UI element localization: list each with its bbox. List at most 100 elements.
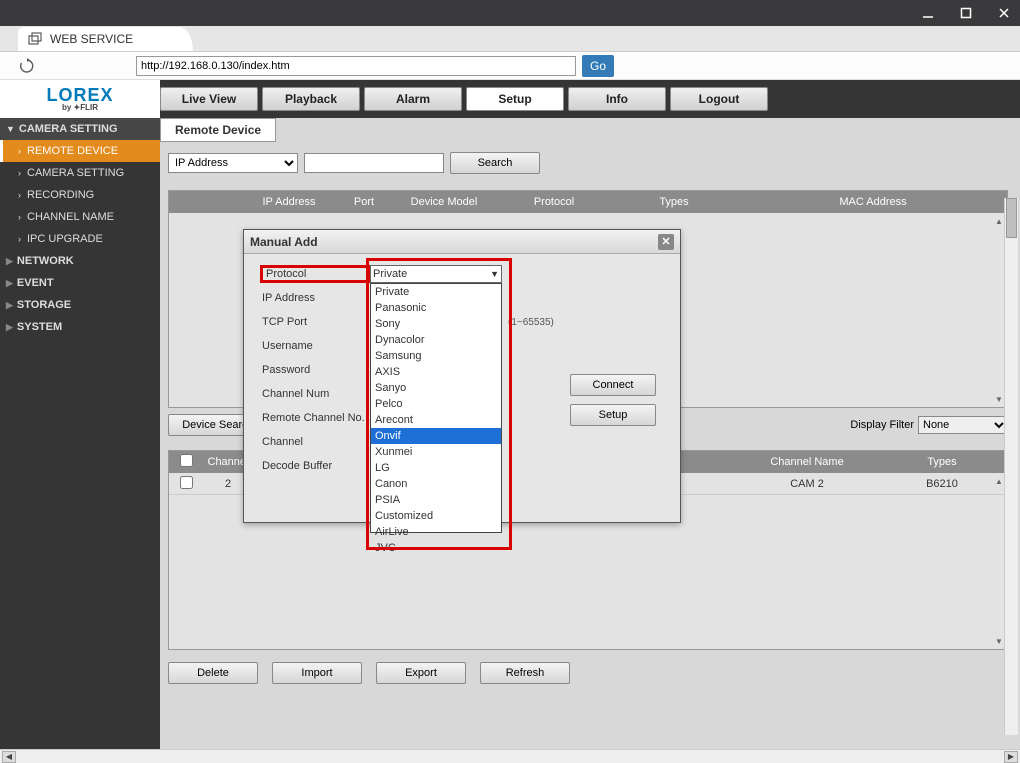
ip-mode-select[interactable]: IP Address	[168, 153, 298, 173]
scroll-right-icon[interactable]: ▶	[1004, 751, 1018, 763]
chevron-right-icon: ›	[18, 190, 21, 200]
protocol-option[interactable]: Sanyo	[371, 380, 501, 396]
search-results-header: IP Address Port Device Model Protocol Ty…	[169, 191, 1007, 213]
tab-setup[interactable]: Setup	[466, 87, 564, 111]
label-remote-channel-no: Remote Channel No.	[262, 412, 370, 424]
dialog-title: Manual Add	[250, 235, 318, 249]
scroll-left-icon[interactable]: ◀	[2, 751, 16, 763]
protocol-option[interactable]: Arecont	[371, 412, 501, 428]
protocol-option[interactable]: Panasonic	[371, 300, 501, 316]
protocol-option[interactable]: Onvif	[371, 428, 501, 444]
col-mac: MAC Address	[739, 196, 1007, 208]
export-button[interactable]: Export	[376, 662, 466, 684]
cell-types: B6210	[877, 478, 1007, 490]
page-horizontal-scrollbar[interactable]: ◀ ▶	[0, 749, 1020, 763]
sidebar-item-ipc-upgrade[interactable]: ›IPC UPGRADE	[0, 228, 160, 250]
sidebar-group-label: EVENT	[17, 277, 54, 289]
scrollbar-thumb[interactable]	[1006, 198, 1017, 238]
sidebar: ▼CAMERA SETTING ›REMOTE DEVICE ›CAMERA S…	[0, 118, 160, 338]
tcp-port-note: (1~65535)	[508, 317, 554, 328]
go-button[interactable]: Go	[582, 55, 614, 77]
select-all-checkbox[interactable]	[180, 454, 193, 467]
tab-title: WEB SERVICE	[50, 32, 133, 46]
protocol-option[interactable]: Sony	[371, 316, 501, 332]
maximize-button[interactable]	[956, 3, 976, 23]
col-ip: IP Address	[239, 196, 339, 208]
col-types: Types	[609, 196, 739, 208]
protocol-option[interactable]: AirLive	[371, 524, 501, 540]
page-vertical-scrollbar[interactable]	[1004, 198, 1018, 735]
url-bar: Go	[0, 52, 1020, 80]
protocol-option[interactable]: JVC	[371, 540, 501, 556]
sidebar-group-event[interactable]: ▶EVENT	[0, 272, 160, 294]
sidebar-group-label: NETWORK	[17, 255, 74, 267]
protocol-option[interactable]: Xunmei	[371, 444, 501, 460]
row-checkbox[interactable]	[180, 476, 193, 489]
connect-button[interactable]: Connect	[570, 374, 656, 396]
col-types: Types	[877, 456, 1007, 468]
import-button[interactable]: Import	[272, 662, 362, 684]
sidebar-section-camera[interactable]: ▼CAMERA SETTING	[0, 118, 160, 140]
protocol-select[interactable]: Private ▼	[370, 265, 502, 283]
brand-sub: by ✦FLIR	[62, 104, 98, 112]
sidebar-group-storage[interactable]: ▶STORAGE	[0, 294, 160, 316]
protocol-option[interactable]: LG	[371, 460, 501, 476]
sidebar-item-label: REMOTE DEVICE	[27, 145, 118, 157]
protocol-option[interactable]: PSIA	[371, 492, 501, 508]
sidebar-group-system[interactable]: ▶SYSTEM	[0, 316, 160, 338]
tab-info[interactable]: Info	[568, 87, 666, 111]
display-filter-select[interactable]: None	[918, 416, 1008, 434]
chevron-right-icon: ▶	[6, 322, 13, 333]
window-titlebar	[0, 0, 1020, 26]
url-input[interactable]	[136, 56, 576, 76]
sidebar-item-label: IPC UPGRADE	[27, 233, 103, 245]
label-protocol: Protocol	[262, 267, 370, 281]
chevron-right-icon: ▶	[6, 300, 13, 311]
chevron-right-icon: ›	[18, 168, 21, 178]
protocol-option[interactable]: Samsung	[371, 348, 501, 364]
close-icon[interactable]: ✕	[658, 234, 674, 250]
display-filter-label: Display Filter	[850, 419, 914, 431]
sidebar-item-label: CHANNEL NAME	[27, 211, 114, 223]
search-row: IP Address Search	[168, 148, 1008, 178]
delete-button[interactable]: Delete	[168, 662, 258, 684]
brand-logo: LOREX by ✦FLIR	[0, 80, 160, 118]
display-filter: Display Filter None	[850, 416, 1008, 434]
tab-playback[interactable]: Playback	[262, 87, 360, 111]
protocol-option[interactable]: Pelco	[371, 396, 501, 412]
label-ip: IP Address	[262, 292, 370, 304]
sidebar-section-label: CAMERA SETTING	[19, 123, 118, 135]
search-input[interactable]	[304, 153, 444, 173]
sidebar-item-recording[interactable]: ›RECORDING	[0, 184, 160, 206]
protocol-dropdown-list[interactable]: PrivatePanasonicSonyDynacolorSamsungAXIS…	[370, 283, 502, 533]
right-column: Live View Playback Alarm Setup Info Logo…	[160, 80, 1020, 749]
protocol-option[interactable]: Customized	[371, 508, 501, 524]
browser-tab[interactable]: WEB SERVICE	[18, 27, 193, 51]
protocol-option[interactable]: Private	[371, 284, 501, 300]
col-channel-name: Channel Name	[737, 456, 877, 468]
page-tab-remote-device[interactable]: Remote Device	[160, 118, 276, 142]
tab-live-view[interactable]: Live View	[160, 87, 258, 111]
top-nav: Live View Playback Alarm Setup Info Logo…	[160, 80, 1020, 118]
refresh-icon[interactable]	[18, 57, 36, 75]
sidebar-item-channel-name[interactable]: ›CHANNEL NAME	[0, 206, 160, 228]
sidebar-item-remote-device[interactable]: ›REMOTE DEVICE	[0, 140, 160, 162]
setup-button[interactable]: Setup	[570, 404, 656, 426]
protocol-option[interactable]: AXIS	[371, 364, 501, 380]
tab-logout[interactable]: Logout	[670, 87, 768, 111]
protocol-option[interactable]: Canon	[371, 476, 501, 492]
search-button[interactable]: Search	[450, 152, 540, 174]
sidebar-item-camera-setting[interactable]: ›CAMERA SETTING	[0, 162, 160, 184]
close-button[interactable]	[994, 3, 1014, 23]
tab-alarm[interactable]: Alarm	[364, 87, 462, 111]
label-channel-num: Channel Num	[262, 388, 370, 400]
protocol-option[interactable]: Dynacolor	[371, 332, 501, 348]
refresh-button[interactable]: Refresh	[480, 662, 570, 684]
protocol-selected-value: Private	[373, 268, 407, 280]
window-stack-icon	[28, 32, 42, 46]
minimize-button[interactable]	[918, 3, 938, 23]
dialog-titlebar[interactable]: Manual Add ✕	[244, 230, 680, 254]
sidebar-group-network[interactable]: ▶NETWORK	[0, 250, 160, 272]
brand-name: LOREX	[46, 86, 113, 104]
col-protocol: Protocol	[499, 196, 609, 208]
